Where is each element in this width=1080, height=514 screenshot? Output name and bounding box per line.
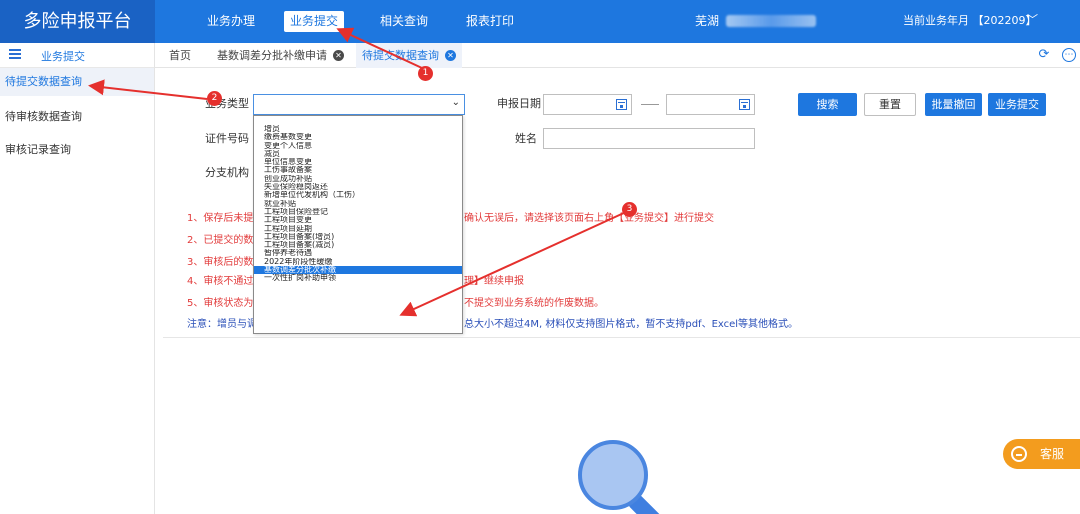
customer-service-label: 客服 [1040,447,1065,461]
brand-title: 多险申报平台 [0,0,155,43]
name-label: 姓名 [515,132,537,145]
menu-icon[interactable] [9,49,21,60]
business-type-dropdown: 增员 缴费基数变更 变更个人信息 减员 单位信息变更 工伤事故备案 创业成功补贴… [253,115,463,334]
declare-date-label: 申报日期 [497,97,541,110]
search-button[interactable]: 搜索 [798,93,857,116]
dropdown-option[interactable]: 就业补贴 [254,200,462,208]
batch-withdraw-button[interactable]: 批量撤回 [925,93,982,116]
dropdown-option[interactable]: 工伤事故备案 [254,166,462,174]
more-icon[interactable]: ⋯ [1062,48,1076,62]
dropdown-option[interactable]: 暂停养老待遇 [254,249,462,257]
note-line-5-tail: 不提交到业务系统的作废数据。 [464,298,604,309]
name-input[interactable] [543,128,755,149]
dropdown-option[interactable]: 2022年阶段性缓缴 [254,258,462,266]
calendar-icon[interactable] [739,99,750,110]
dropdown-option[interactable]: 单位信息变更 [254,158,462,166]
nav-business-submit[interactable]: 业务提交 [284,11,345,32]
note-line-3: 3、审核后的数 [187,257,254,268]
top-header: 多险申报平台 业务办理 业务提交 相关查询 报表打印 芜湖 当前业务年月 【20… [0,0,1080,43]
close-icon[interactable]: ✕ [445,49,456,61]
end-date-input[interactable] [666,94,755,115]
chat-icon [1011,446,1027,462]
dropdown-option[interactable]: 工程项目保险登记 [254,208,462,216]
sidebar-item-review-records[interactable]: 审核记录查询 [0,136,154,164]
nav-report-print[interactable]: 报表打印 [460,11,520,32]
note-attention-tail: 总大小不超过4M, 材料仅支持图片格式，暂不支持pdf、Excel等其他格式。 [464,319,799,330]
dropdown-option[interactable]: 减员 [254,150,462,158]
tab-pending-submit[interactable]: 待提交数据查询 ✕ [356,43,462,68]
current-period[interactable]: 当前业务年月 【202209】 [903,12,1037,30]
note-attention: 注意：增员与调 [187,319,257,330]
annotation-arrows [88,27,627,317]
business-submit-button[interactable]: 业务提交 [988,93,1046,116]
sidebar-title: 业务提交 [41,50,85,63]
chevron-down-icon: ⌄ [451,97,460,108]
note-line-1-tail: 确认无误后，请选择该页面右上角【业务提交】进行提交 [464,213,714,224]
annotation-badge-3: 3 [622,202,637,217]
user-name: 芜湖 [695,14,720,28]
note-line-4-tail: 理】继续申报 [464,276,524,287]
tab-label: 待提交数据查询 [362,49,439,62]
tab-label: 基数调差分批补缴申请 [217,49,327,62]
id-number-label: 证件号码 [205,132,249,145]
note-line-5: 5、审核状态为 [187,298,254,309]
business-type-select[interactable]: ⌄ [253,94,465,115]
sidebar-header: 业务提交 [0,43,154,68]
tab-home[interactable]: 首页 [163,43,197,68]
annotation-badge-2: 2 [207,91,222,106]
note-line-4: 4、审核不通过 [187,276,254,287]
dropdown-option[interactable]: 工程项目延期 [254,225,462,233]
dropdown-option[interactable]: 增员 [254,125,462,133]
dropdown-option[interactable]: 工程项目变更 [254,216,462,224]
tab-base-adjust[interactable]: 基数调差分批补缴申请 ✕ [211,43,350,68]
content-divider [163,337,1080,338]
date-range-separator [641,104,659,105]
note-line-1: 1、保存后未提 [187,213,254,224]
dropdown-option[interactable]: 工程项目备案(减员) [254,241,462,249]
annotation-badge-1: 1 [418,66,433,81]
calendar-icon[interactable] [616,99,627,110]
dropdown-option[interactable]: 新增单位代发机构（工伤） [254,191,462,199]
dropdown-option[interactable]: 缴费基数变更 [254,133,462,141]
reset-button[interactable]: 重置 [864,93,916,116]
start-date-input[interactable] [543,94,632,115]
tab-bar: 首页 基数调差分批补缴申请 ✕ 待提交数据查询 ✕ ⟳ ⋯ [155,43,1080,68]
close-icon[interactable]: ✕ [333,49,344,61]
customer-service-button[interactable]: 客服 [1003,439,1080,469]
nav-related-query[interactable]: 相关查询 [374,11,434,32]
note-line-2: 2、已提交的数 [187,235,254,246]
magnifier-icon [578,440,648,510]
dropdown-option[interactable]: 失业保险稳岗返还 [254,183,462,191]
branch-label: 分支机构 [205,166,249,179]
dropdown-option[interactable]: 创业成功补贴 [254,175,462,183]
dropdown-option[interactable]: 一次性扩岗补助申领 [254,274,462,282]
sidebar-item-pending-submit[interactable]: 待提交数据查询 [0,68,154,96]
dropdown-option[interactable]: 工程项目备案(增员) [254,233,462,241]
chevron-down-icon[interactable]: ﹀ [1027,11,1038,27]
dropdown-option[interactable]: 变更个人信息 [254,142,462,150]
sidebar: 业务提交 待提交数据查询 待审核数据查询 审核记录查询 [0,43,155,514]
nav-business-handle[interactable]: 业务办理 [201,11,261,32]
user-name-blurred [726,15,816,27]
refresh-icon[interactable]: ⟳ [1036,47,1052,63]
sidebar-item-pending-review[interactable]: 待审核数据查询 [0,103,154,131]
dropdown-option-selected[interactable]: 基数调差分批次补缴 [254,266,462,275]
